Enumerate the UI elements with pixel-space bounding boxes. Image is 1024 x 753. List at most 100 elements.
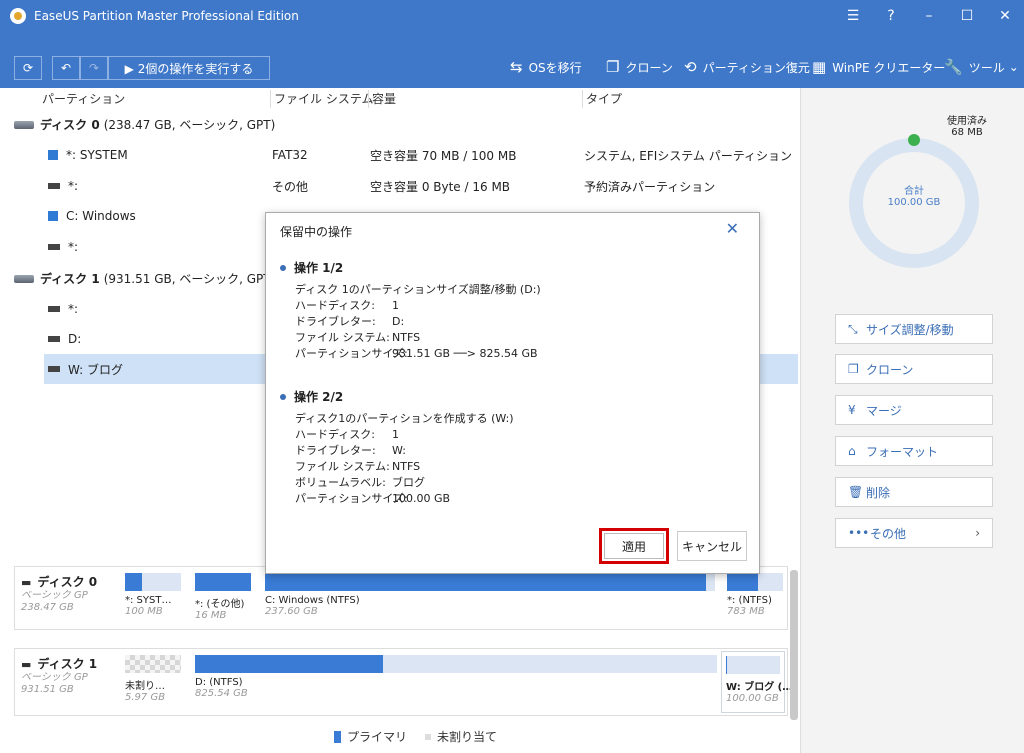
dialog-close-icon[interactable]: ✕ xyxy=(726,219,739,238)
action-label: サイズ調整/移動 xyxy=(866,322,954,337)
used-marker xyxy=(908,134,920,146)
table-row[interactable]: *: その他 空き容量 0 Byte / 16 MB 予約済みパーティション xyxy=(44,171,798,201)
tools-label: ツール xyxy=(968,60,1005,75)
os-migrate-button[interactable]: ⇆ OSを移行 xyxy=(510,58,582,76)
disk-map-segment-selected[interactable]: W: ブログ (… 100.00 GB xyxy=(721,651,792,713)
partition-icon xyxy=(48,244,60,250)
legend-primary: プライマリ xyxy=(347,730,408,744)
windows-icon: ▦ xyxy=(812,58,827,76)
disk-1-header[interactable]: ディスク 1 (931.51 GB, ベーシック, GPT) xyxy=(14,270,275,287)
column-header-partition[interactable]: パーティション xyxy=(42,88,125,110)
column-header-type[interactable]: タイプ xyxy=(586,88,622,110)
operation-1-description: ディスク 1のパーティションサイズ調整/移動 (D:) xyxy=(295,283,541,296)
merge-button[interactable]: ¥ マージ xyxy=(835,395,993,425)
column-divider xyxy=(368,90,369,108)
partition-icon xyxy=(48,306,60,312)
disk-map-name: ディスク 1 xyxy=(37,657,98,671)
partition-filesystem: FAT32 xyxy=(272,148,308,162)
segment-name: 未割り… xyxy=(125,681,165,692)
close-button[interactable]: ✕ xyxy=(986,0,1024,32)
partition-name: *: SYSTEM xyxy=(66,148,128,162)
operation-field: ファイル システム: NTFS xyxy=(295,460,421,473)
disk-map-segment[interactable]: *: (NTFS) 783 MB xyxy=(727,573,783,621)
operation-heading-text: 操作 1/2 xyxy=(294,261,344,275)
disk-icon: ▬ xyxy=(21,576,32,589)
more-button[interactable]: ••• その他 › xyxy=(835,518,993,548)
operation-1-heading: 操作 1/2 xyxy=(280,259,343,276)
partition-name: D: xyxy=(68,332,82,346)
maximize-button[interactable]: ☐ xyxy=(948,0,986,32)
disk-map-segment[interactable]: C: Windows (NTFS) 237.60 GB xyxy=(265,573,715,621)
menu-icon[interactable]: ☰ xyxy=(834,0,872,32)
clone-button[interactable]: ❐ クローン xyxy=(606,58,673,76)
operation-field: ボリュームラベル: ブログ xyxy=(295,476,425,489)
partition-name: W: ブログ xyxy=(68,362,124,377)
unallocated-swatch xyxy=(425,733,432,740)
recover-icon: ⟲ xyxy=(684,58,697,76)
disk-1-info: (931.51 GB, ベーシック, GPT) xyxy=(103,272,276,286)
column-header-filesystem[interactable]: ファイル システム xyxy=(274,88,373,110)
window-controls: ☰ ? – ☐ ✕ xyxy=(834,0,1024,32)
vertical-scrollbar[interactable] xyxy=(790,570,798,720)
partition-icon xyxy=(48,336,60,342)
app-logo-icon xyxy=(10,8,26,24)
undo-icon[interactable]: ↶ xyxy=(52,56,80,80)
segment-name: *: (NTFS) xyxy=(727,595,772,606)
disk-0-header[interactable]: ディスク 0 (238.47 GB, ベーシック, GPT) xyxy=(14,116,275,133)
right-panel: 使用済み 68 MB 合計 100.00 GB ⤡ サイズ調整/移動 ❐ クロー… xyxy=(800,88,1024,753)
operation-field: ハードディスク: 1 xyxy=(295,428,399,441)
action-label: 削除 xyxy=(866,485,891,500)
operation-field: ドライブレター: D: xyxy=(295,315,405,328)
disk-map-0: ▬ ディスク 0 ベーシック GP 238.47 GB *: SYST… 100 … xyxy=(14,566,788,630)
resize-move-button[interactable]: ⤡ サイズ調整/移動 xyxy=(835,314,993,344)
resize-icon: ⤡ xyxy=(848,321,858,336)
apply-button[interactable]: 適用 xyxy=(604,533,664,559)
segment-size: 783 MB xyxy=(727,606,765,617)
column-divider xyxy=(270,90,271,108)
redo-icon[interactable]: ↷ xyxy=(80,56,108,80)
disk-map-label: ▬ ディスク 0 ベーシック GP 238.47 GB xyxy=(21,573,97,614)
delete-button[interactable]: 🗑 削除 xyxy=(835,477,993,507)
clone-partition-button[interactable]: ❐ クローン xyxy=(835,354,993,384)
minimize-button[interactable]: – xyxy=(910,0,948,32)
recover-button[interactable]: ⟲ パーティション復元 xyxy=(684,58,810,76)
segment-name: *: (その他) xyxy=(195,599,245,610)
partition-name: *: xyxy=(68,302,79,316)
used-caption: 使用済み xyxy=(947,116,987,127)
chevron-down-icon: ⌄ xyxy=(1008,60,1019,74)
disk-map-1: ▬ ディスク 1 ベーシック GP 931.51 GB 未割り… 5.97 GB … xyxy=(14,648,792,716)
wrench-icon: 🔧 xyxy=(944,58,963,76)
operation-field: パーティションサイズ:931.51 GB ──> 825.54 GB xyxy=(295,347,538,360)
disk-map-segment-unallocated[interactable]: 未割り… 5.97 GB xyxy=(125,655,181,703)
disk-map-segment[interactable]: *: SYST… 100 MB xyxy=(125,573,181,621)
segment-size: 5.97 GB xyxy=(125,692,166,703)
refresh-icon[interactable]: ⟳ xyxy=(14,56,42,80)
action-label: その他 xyxy=(870,526,907,541)
segment-name: *: SYST… xyxy=(125,595,172,606)
format-button[interactable]: ⌂ フォーマット xyxy=(835,436,993,466)
disk-map-segment[interactable]: *: (その他) 16 MB xyxy=(195,573,251,621)
winpe-button[interactable]: ▦ WinPE クリエーター xyxy=(812,58,945,76)
execute-operations-button[interactable]: ▶ 2個の操作を実行する xyxy=(108,56,270,80)
cancel-button[interactable]: キャンセル xyxy=(677,531,747,561)
partition-name: C: Windows xyxy=(66,209,136,223)
tools-button[interactable]: 🔧 ツール ⌄ xyxy=(944,58,1019,76)
segment-size: 100 MB xyxy=(125,606,163,617)
migrate-icon: ⇆ xyxy=(510,58,523,76)
segment-name: C: Windows (NTFS) xyxy=(265,595,360,606)
toolbar: ⟳ ↶ ↷ ▶ 2個の操作を実行する ⇆ OSを移行 ❐ クローン ⟲ パーティ… xyxy=(0,32,1024,88)
operation-field: パーティションサイズ:100.00 GB xyxy=(295,492,451,505)
disk-1-name: ディスク 1 xyxy=(40,272,100,286)
partition-capacity: 空き容量 70 MB / 100 MB xyxy=(370,148,517,163)
help-icon[interactable]: ? xyxy=(872,0,910,32)
disk-map-segment[interactable]: D: (NTFS) 825.54 GB xyxy=(195,655,717,703)
disk-map-label: ▬ ディスク 1 ベーシック GP 931.51 GB xyxy=(21,655,97,696)
column-header-capacity[interactable]: 容量 xyxy=(372,88,396,110)
primary-swatch xyxy=(334,730,341,743)
table-row[interactable]: *: SYSTEM FAT32 空き容量 70 MB / 100 MB システム… xyxy=(44,140,798,170)
trash-icon: 🗑 xyxy=(848,485,864,499)
merge-icon: ¥ xyxy=(848,403,856,417)
partition-type: システム, EFIシステム パーティション xyxy=(584,148,793,163)
segment-name: D: (NTFS) xyxy=(195,677,243,688)
column-divider xyxy=(582,90,583,108)
